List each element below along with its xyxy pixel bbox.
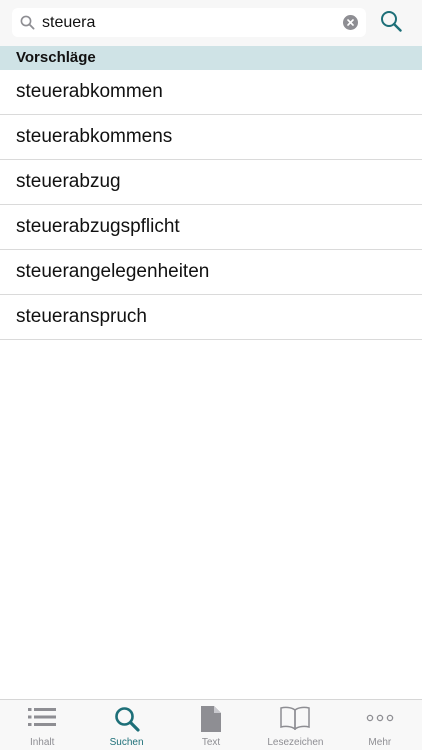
suggestion-item[interactable]: steuerangelegenheiten xyxy=(0,250,422,295)
book-icon xyxy=(280,706,311,730)
tab-suchen[interactable]: Suchen xyxy=(84,700,168,750)
search-field[interactable]: steuera xyxy=(12,8,366,37)
suggestion-item[interactable]: steuerabkommen xyxy=(0,70,422,115)
section-header: Vorschläge xyxy=(0,46,422,70)
tab-text[interactable]: Text xyxy=(169,700,253,750)
search-bar: steuera xyxy=(0,0,422,46)
suggestion-list: steuerabkommen steuerabkommens steuerabz… xyxy=(0,70,422,340)
tab-label: Suchen xyxy=(109,737,144,748)
more-dots-icon xyxy=(366,714,394,722)
search-icon xyxy=(114,707,140,732)
tab-label: Mehr xyxy=(368,737,392,748)
tab-mehr[interactable]: Mehr xyxy=(338,700,422,750)
suggestion-item[interactable]: steuerabzugspflicht xyxy=(0,205,422,250)
suggestion-item[interactable]: steueranspruch xyxy=(0,295,422,340)
suggestion-item[interactable]: steuerabzug xyxy=(0,160,422,205)
suggestion-item[interactable]: steuerabkommens xyxy=(0,115,422,160)
search-input[interactable]: steuera xyxy=(42,8,95,37)
tab-label: Text xyxy=(201,737,221,748)
tab-inhalt[interactable]: Inhalt xyxy=(0,700,84,750)
tab-label: Lesezeichen xyxy=(267,737,324,748)
search-icon xyxy=(20,15,35,30)
tab-lesezeichen[interactable]: Lesezeichen xyxy=(253,700,337,750)
clear-icon[interactable] xyxy=(343,15,358,30)
tab-bar: Inhalt Suchen Text Lesezeichen Mehr xyxy=(0,699,422,750)
tab-label: Inhalt xyxy=(29,737,55,748)
document-icon xyxy=(201,706,222,732)
list-icon xyxy=(28,708,57,726)
search-button-icon[interactable] xyxy=(380,10,402,32)
